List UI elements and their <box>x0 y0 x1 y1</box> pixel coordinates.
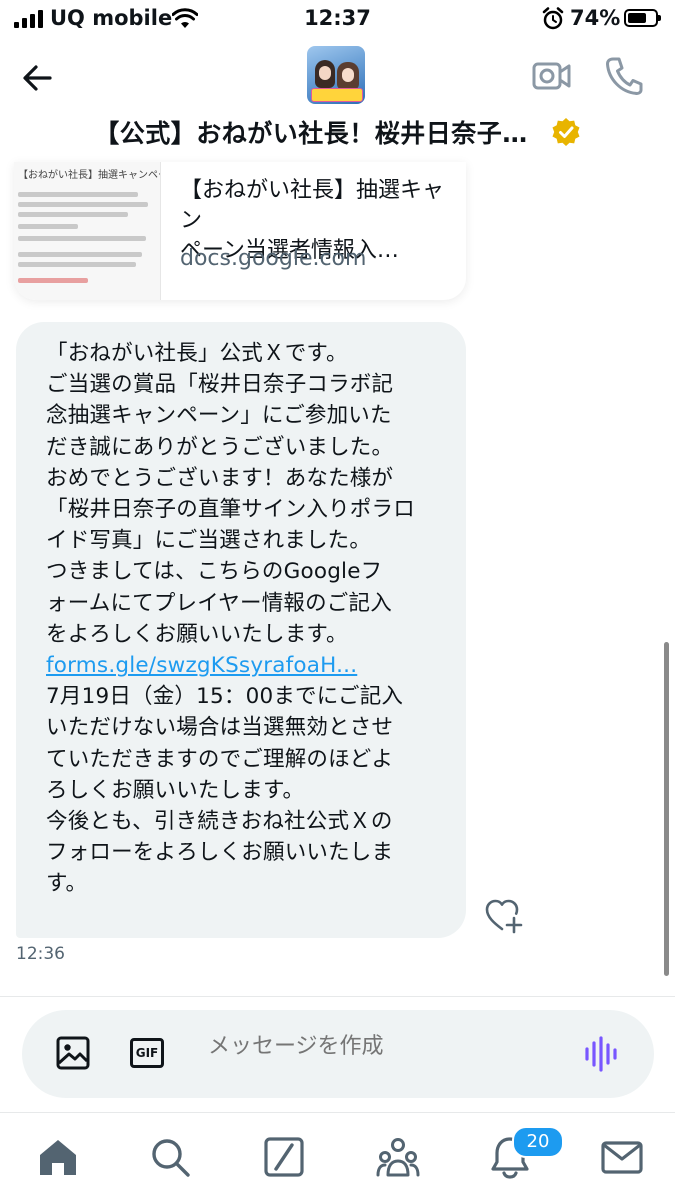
status-bar: UQ mobile 12:37 74% <box>0 0 675 40</box>
voice-message-icon[interactable] <box>582 1034 622 1074</box>
battery-percentage: 74% <box>570 6 621 30</box>
image-icon[interactable] <box>56 1036 90 1070</box>
conversation-header: 【公式】おねがい社長！桜井日奈子… <box>0 40 675 162</box>
verified-badge-icon <box>552 118 580 146</box>
divider <box>0 996 675 997</box>
link-preview-thumbnail: 【おねがい社長】抽選キャンペーン当選者情報入力フォーム <box>14 162 161 300</box>
back-arrow-icon[interactable] <box>18 58 58 98</box>
conversation-title: 【公式】おねがい社長！桜井日奈子… <box>94 119 528 148</box>
battery-icon <box>624 9 661 27</box>
message-body-2: 7月19日（金）15：00までにご記入 いただけない場合は当選無効とさせ ていた… <box>46 684 404 897</box>
message-timestamp: 12:36 <box>16 944 65 964</box>
communities-icon[interactable] <box>376 1135 420 1179</box>
bottom-navigation <box>0 1113 675 1200</box>
link-preview-domain: docs.google.com <box>180 246 367 271</box>
message-link[interactable]: forms.gle/swzgKSsyrafoaH... <box>46 653 357 678</box>
messages-envelope-icon[interactable] <box>600 1135 644 1179</box>
message-text: 「おねがい社長」公式Ｘです。 ご当選の賞品「桜井日奈子コラボ記 念抽選キャンペー… <box>46 338 454 900</box>
message-input[interactable] <box>208 1034 548 1059</box>
home-icon[interactable] <box>36 1135 80 1179</box>
phone-call-icon[interactable] <box>605 56 643 96</box>
message-composer: GIF <box>22 1010 654 1098</box>
grok-icon[interactable] <box>262 1135 306 1179</box>
conversation-title-row[interactable]: 【公式】おねがい社長！桜井日奈子… <box>0 114 675 150</box>
avatar[interactable] <box>307 46 365 104</box>
search-icon[interactable] <box>148 1135 192 1179</box>
video-call-icon[interactable] <box>532 58 572 94</box>
add-reaction-heart-icon[interactable] <box>484 896 524 936</box>
alarm-icon <box>542 7 564 30</box>
link-preview-card[interactable]: 【おねがい社長】抽選キャンペーン当選者情報入力フォーム 【おねがい社長】抽選キャ… <box>14 162 466 300</box>
notifications-badge: 20 <box>512 1126 564 1158</box>
message-bubble[interactable]: 「おねがい社長」公式Ｘです。 ご当選の賞品「桜井日奈子コラボ記 念抽選キャンペー… <box>16 322 466 938</box>
message-body-1: 「おねがい社長」公式Ｘです。 ご当選の賞品「桜井日奈子コラボ記 念抽選キャンペー… <box>46 341 415 647</box>
gif-button[interactable]: GIF <box>130 1038 164 1068</box>
scrollbar[interactable] <box>664 642 669 976</box>
thumbnail-heading: 【おねがい社長】抽選キャンペーン当選者情報入力フォーム <box>18 170 160 181</box>
